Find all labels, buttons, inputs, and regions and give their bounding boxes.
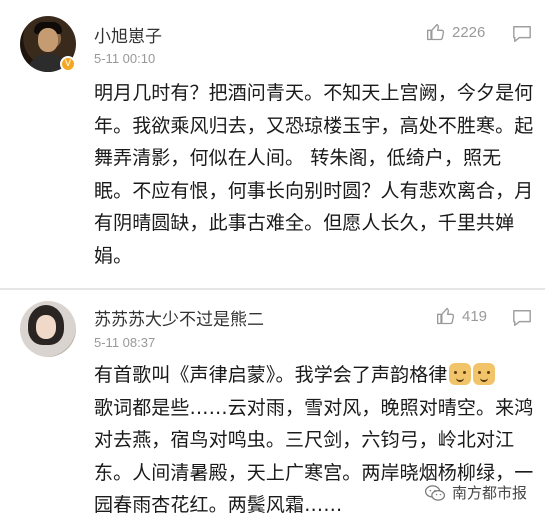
comment-text: 明月几时有？把酒问青天。不知天上宫阙，今夕是何年。我欲乘风归去，又恐琼楼玉宇，高… [94, 82, 534, 267]
doge-emoji-icon [449, 363, 472, 385]
like-count: 2226 [452, 23, 486, 41]
like-button[interactable]: 2226 [426, 22, 485, 42]
comment-item: V 小旭崽子 5-11 00:10 2226 明月几时有？把酒问青天。不知天上宫… [0, 0, 545, 290]
reply-icon[interactable] [511, 308, 533, 328]
doge-emoji-icon [473, 363, 496, 385]
watermark-text: 南方都市报 [452, 484, 528, 502]
vip-badge-icon: V [60, 56, 76, 72]
comment-author[interactable]: 小旭崽子 [94, 22, 162, 47]
like-count: 419 [462, 307, 488, 325]
like-button[interactable]: 419 [436, 306, 487, 326]
comment-author[interactable]: 苏苏苏大少不过是熊二 [94, 305, 264, 330]
thumbs-up-icon [437, 307, 455, 325]
thumbs-up-icon [427, 23, 445, 41]
comment-text-part: 有首歌叫《声律启蒙》。我学会了声韵格律 [94, 364, 448, 386]
comment-time: 5-11 08:37 [94, 335, 156, 350]
watermark: 南方都市报 [424, 482, 527, 503]
avatar[interactable] [20, 301, 76, 357]
comment-time: 5-11 00:10 [94, 51, 156, 66]
reply-icon[interactable] [511, 24, 533, 44]
wechat-logo-icon [424, 484, 446, 501]
